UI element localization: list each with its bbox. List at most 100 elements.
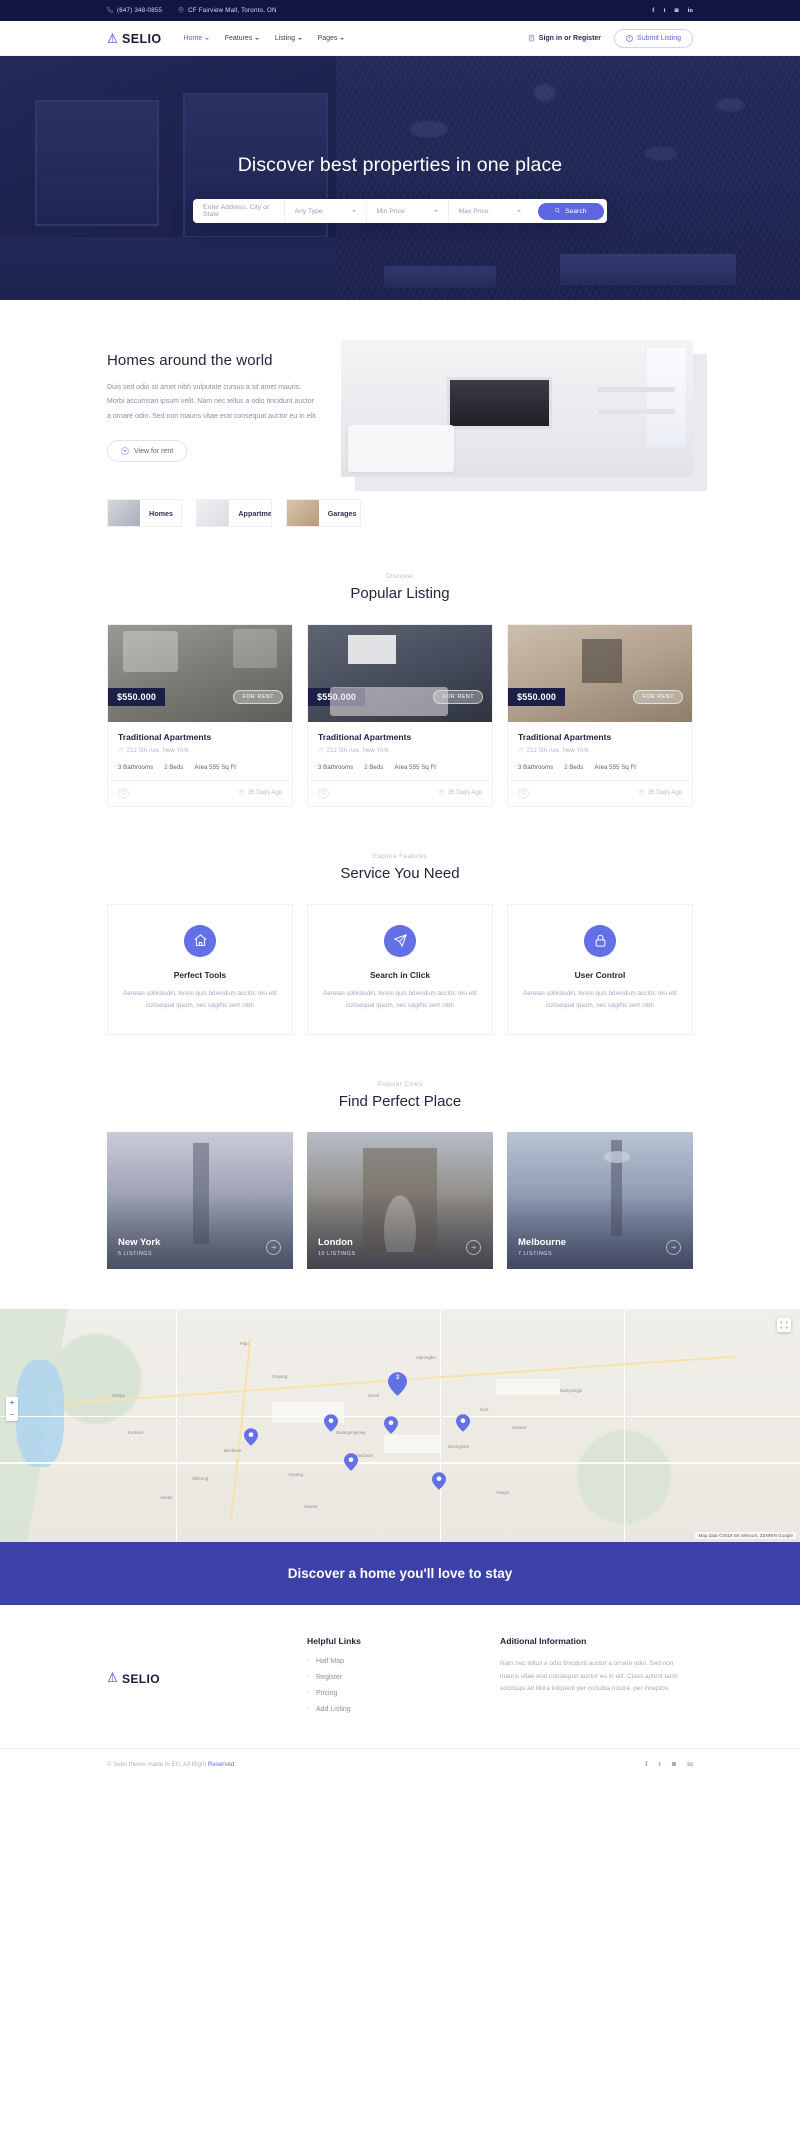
map-marker[interactable] (432, 1472, 446, 1490)
nav-item-listing[interactable]: Listing (275, 35, 302, 42)
map-fullscreen-button[interactable] (777, 1317, 791, 1332)
favorite-button[interactable] (518, 787, 529, 799)
map-cluster-marker[interactable]: 3 (388, 1371, 407, 1396)
footer-copyright: © Selio theme made in EU. All Right Rese… (107, 1761, 234, 1768)
map-zoom-out-button[interactable]: − (6, 1408, 18, 1421)
selio-logo-icon (107, 1671, 118, 1686)
footer-info-title: Aditional Information (500, 1635, 587, 1646)
address-contact[interactable]: CF Fairview Mall, Toronto, ON (178, 6, 277, 15)
linkedin-icon[interactable]: in (688, 7, 693, 14)
map-marker[interactable] (384, 1416, 398, 1434)
instagram-icon[interactable]: ◙ (672, 1760, 676, 1768)
address-text: CF Fairview Mall, Toronto, ON (188, 7, 277, 14)
paper-plane-icon (384, 924, 416, 957)
appartments-thumbnail (197, 500, 230, 526)
map-label: Goyang (272, 1373, 288, 1379)
popular-listing-section: Discover Popular Listing $550.000 FOR RE… (0, 527, 800, 807)
favorite-button[interactable] (318, 787, 329, 799)
type-tab-label: Homes (149, 508, 173, 518)
map-zoom-controls[interactable]: + − (6, 1396, 18, 1421)
instagram-icon[interactable]: ◙ (675, 7, 679, 14)
favorite-button[interactable] (118, 787, 129, 799)
listing-card[interactable]: $550.000 FOR RENT Traditional Apartments… (507, 624, 693, 807)
map-marker[interactable] (344, 1453, 358, 1471)
listing-beds: 2 Beds (564, 763, 584, 771)
search-button[interactable]: Search (537, 202, 604, 220)
search-icon (554, 207, 561, 216)
listing-card[interactable]: $550.000 FOR RENT Traditional Apartments… (107, 624, 293, 807)
view-for-rent-button[interactable]: View for rent (107, 440, 188, 463)
arrow-right-icon[interactable] (266, 1239, 281, 1255)
listing-posted-ago: 35 Days Ago (239, 789, 282, 797)
facebook-icon[interactable]: f (652, 7, 654, 14)
listing-card[interactable]: $550.000 FOR RENT Traditional Apartments… (307, 624, 493, 807)
listing-beds: 2 Beds (364, 763, 384, 771)
plus-circle-icon: + (626, 35, 634, 42)
cta-title: Discover a home you'll love to stay (287, 1565, 513, 1581)
properties-map[interactable]: Seoul Incheon Bucheon Anyang Seongnam Gw… (0, 1308, 800, 1542)
facebook-icon[interactable]: f (645, 1760, 647, 1768)
homes-thumbnail (108, 500, 140, 526)
sign-in-register-link[interactable]: Sign in or Register (528, 34, 601, 44)
map-zoom-in-button[interactable]: + (6, 1396, 18, 1409)
listing-bathrooms: 3 Bathrooms (518, 763, 554, 771)
footer-brand[interactable]: SELIO (107, 1636, 307, 1722)
nav-item-home[interactable]: Home (184, 35, 209, 42)
twitter-icon[interactable]: t (659, 1760, 661, 1768)
arrow-right-icon[interactable] (466, 1239, 481, 1255)
listing-image: $550.000 FOR RENT (508, 625, 692, 722)
footer-info-text: Nam nec tellus a odio tincidunt auctor a… (500, 1659, 678, 1693)
listing-ago-text: 35 Days Ago (447, 790, 482, 796)
footer-link-pricing[interactable]: › Pricing (307, 1690, 500, 1697)
footer-link-half-map[interactable]: › Half Map (307, 1658, 500, 1665)
type-tab-label: Garages (327, 508, 357, 518)
phone-number: (647) 348-0855 (117, 7, 163, 14)
cta-banner: Discover a home you'll love to stay (0, 1541, 800, 1605)
search-type-select[interactable]: Any Type (285, 199, 367, 223)
service-card-user-control[interactable]: User Control Aenean sollicitudin, lorem … (507, 903, 693, 1035)
calendar-icon (239, 789, 245, 797)
service-cards: Perfect Tools Aenean sollicitudin, lorem… (107, 903, 693, 1035)
footer-bottom-bar: © Selio theme made in EU. All Right Rese… (0, 1747, 800, 1780)
search-min-price-select[interactable]: Min Price (367, 199, 449, 223)
map-marker[interactable] (324, 1413, 338, 1432)
listing-address: 212 5th Ave, New York (318, 747, 482, 755)
popular-title: Popular Listing (350, 585, 450, 602)
listing-address-text: 212 5th Ave, New York (326, 747, 389, 755)
city-card-new-york[interactable]: New York 5 LISTINGS (107, 1131, 293, 1269)
map-label: Gimpo (112, 1392, 125, 1398)
chevron-down-icon (433, 210, 438, 212)
city-card-melbourne[interactable]: Melbourne 7 LISTINGS (507, 1131, 693, 1269)
phone-contact[interactable]: (647) 348-0855 (107, 6, 163, 15)
service-text: Aenean sollicitudin, lorem quis bibendum… (123, 989, 277, 1009)
linkedin-icon[interactable]: in (687, 1760, 693, 1768)
around-image (341, 340, 707, 491)
footer-reserved-link[interactable]: Reserved (208, 1761, 234, 1768)
twitter-icon[interactable]: t (663, 7, 665, 14)
map-label: Anyang (288, 1471, 303, 1477)
type-tab-homes[interactable]: Homes (107, 499, 183, 527)
search-button-label: Search (564, 207, 587, 215)
service-card-perfect-tools[interactable]: Perfect Tools Aenean sollicitudin, lorem… (107, 903, 293, 1035)
type-tab-appartments[interactable]: Appartments (196, 499, 272, 527)
brand-name: SELIO (122, 31, 162, 46)
arrow-right-icon[interactable] (666, 1239, 681, 1255)
around-paragraph: Duis sed odio sit amet nibh vulputate cu… (107, 384, 318, 420)
brand-logo[interactable]: SELIO (107, 32, 162, 46)
map-marker[interactable] (456, 1413, 470, 1432)
submit-listing-button[interactable]: + Submit Listing (614, 29, 693, 48)
map-marker[interactable] (244, 1427, 258, 1446)
map-water (16, 1359, 64, 1468)
footer-link-add-listing[interactable]: › Add Listing (307, 1706, 500, 1713)
submit-listing-label: Submit Listing (637, 35, 681, 42)
footer-link-label: Add Listing (316, 1705, 351, 1713)
search-max-price-select[interactable]: Max Price (449, 199, 531, 223)
nav-item-features[interactable]: Features (225, 35, 259, 42)
type-tab-garages[interactable]: Garages (285, 499, 362, 527)
nav-item-pages[interactable]: Pages (318, 35, 344, 42)
city-card-london[interactable]: London 10 LISTINGS (307, 1131, 493, 1269)
search-address-input[interactable]: Enter Address, City or State (193, 199, 285, 223)
service-card-search-in-click[interactable]: Search in Click Aenean sollicitudin, lor… (307, 903, 493, 1035)
footer-link-register[interactable]: › Register (307, 1674, 500, 1681)
location-pin-icon (318, 747, 324, 755)
